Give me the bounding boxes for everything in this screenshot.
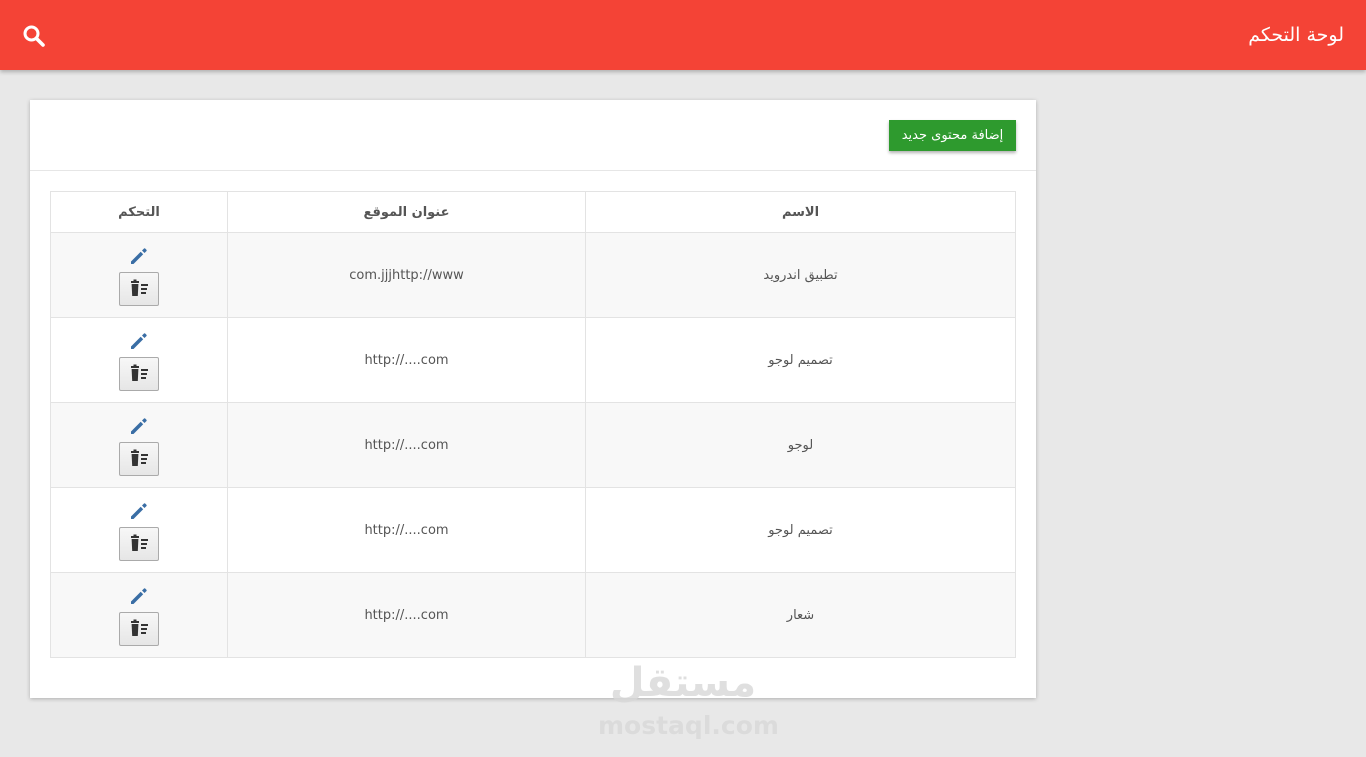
pencil-icon [131, 247, 147, 264]
top-app-bar: لوحة التحكم [0, 0, 1366, 70]
search-button[interactable] [20, 22, 48, 50]
table-body: تطبيق اندرويد com.jjjhttp://www تصميم لو… [50, 232, 1016, 658]
cell-control [50, 232, 228, 318]
cell-name: لوجو [585, 402, 1016, 488]
trash-icon [131, 279, 148, 296]
delete-button[interactable] [119, 526, 159, 561]
cell-control [50, 487, 228, 573]
edit-button[interactable] [128, 415, 150, 437]
delete-button[interactable] [119, 356, 159, 391]
content-panel: إضافة محتوى جديد الاسم عنوان الموقع التح… [30, 100, 1036, 698]
column-header-name: الاسم [585, 191, 1016, 233]
watermark-arabic: مستقل [609, 660, 757, 706]
cell-control [50, 402, 228, 488]
trash-icon [131, 534, 148, 551]
row-actions [51, 585, 227, 646]
trash-icon [131, 619, 148, 636]
delete-button[interactable] [119, 441, 159, 476]
delete-button[interactable] [119, 611, 159, 646]
cell-url: http://....com [227, 572, 586, 658]
cell-control [50, 572, 228, 658]
table-row: تصميم لوجو http://....com [50, 487, 1016, 573]
page-title: لوحة التحكم [1248, 24, 1344, 46]
cell-url: http://....com [227, 402, 586, 488]
table-row: لوجو http://....com [50, 402, 1016, 488]
cell-name: شعار [585, 572, 1016, 658]
row-actions [51, 500, 227, 561]
content-table: الاسم عنوان الموقع التحكم تطبيق اندرويد … [50, 191, 1016, 658]
pencil-icon [131, 502, 147, 519]
row-actions [51, 415, 227, 476]
edit-button[interactable] [128, 245, 150, 267]
edit-button[interactable] [128, 500, 150, 522]
table-header-row: الاسم عنوان الموقع التحكم [50, 191, 1016, 233]
cell-url: http://....com [227, 487, 586, 573]
table-row: تصميم لوجو http://....com [50, 317, 1016, 403]
mostaql-watermark: مستقل mostaql.com [598, 657, 779, 745]
cell-url: com.jjjhttp://www [227, 232, 586, 318]
pencil-icon [131, 587, 147, 604]
panel-header: إضافة محتوى جديد [30, 100, 1036, 171]
edit-button[interactable] [128, 585, 150, 607]
watermark-latin: mostaql.com [598, 711, 779, 740]
column-header-control: التحكم [50, 191, 228, 233]
trash-icon [131, 364, 148, 381]
edit-button[interactable] [128, 330, 150, 352]
trash-icon [131, 449, 148, 466]
row-actions [51, 245, 227, 306]
table-row: تطبيق اندرويد com.jjjhttp://www [50, 232, 1016, 318]
add-content-button[interactable]: إضافة محتوى جديد [889, 120, 1016, 151]
pencil-icon [131, 332, 147, 349]
cell-name: تصميم لوجو [585, 317, 1016, 403]
pencil-icon [131, 417, 147, 434]
cell-name: تصميم لوجو [585, 487, 1016, 573]
cell-name: تطبيق اندرويد [585, 232, 1016, 318]
column-header-url: عنوان الموقع [227, 191, 586, 233]
cell-control [50, 317, 228, 403]
table-row: شعار http://....com [50, 572, 1016, 658]
cell-url: http://....com [227, 317, 586, 403]
row-actions [51, 330, 227, 391]
delete-button[interactable] [119, 271, 159, 306]
search-icon [23, 25, 45, 47]
